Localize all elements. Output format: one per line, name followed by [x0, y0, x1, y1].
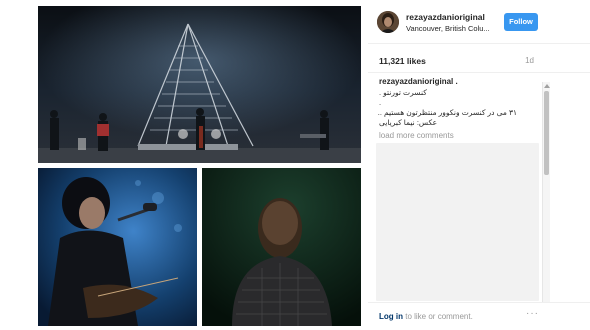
- post-footer: Log in to like or comment. ···: [368, 302, 590, 330]
- likes-count[interactable]: 11,321 likes: [379, 56, 426, 66]
- login-prompt: Log in to like or comment.: [379, 312, 473, 321]
- username-link[interactable]: rezayazdanioriginal: [406, 12, 485, 22]
- caption-line: کنسرت تورنتو .: [379, 88, 427, 97]
- caption-username[interactable]: rezayazdanioriginal .: [379, 77, 458, 86]
- login-prompt-text: to like or comment.: [405, 312, 473, 321]
- load-more-comments-link[interactable]: load more comments: [379, 131, 454, 140]
- scrollbar[interactable]: [542, 82, 550, 302]
- caption-line: ۳۱ می در کنسرت ونکوور منتظرتون هستیم ..: [377, 108, 517, 117]
- caption-line: عکس: نیما کبریایی: [379, 118, 438, 127]
- post-side-panel: rezayazdanioriginal Vancouver, British C…: [368, 0, 590, 330]
- singer-with-guitar-photo[interactable]: [38, 168, 197, 326]
- singer-back-view-photo[interactable]: [202, 168, 361, 326]
- scroll-up-icon[interactable]: [544, 84, 550, 88]
- post-time[interactable]: 1d: [525, 56, 534, 65]
- scrollbar-thumb[interactable]: [544, 91, 549, 175]
- avatar[interactable]: [377, 11, 399, 33]
- location-link[interactable]: Vancouver, British Colu...: [406, 24, 490, 33]
- comments-area: [376, 143, 539, 301]
- follow-button[interactable]: Follow: [504, 13, 538, 31]
- more-options-icon[interactable]: ···: [526, 308, 539, 319]
- divider: [368, 72, 590, 73]
- login-link[interactable]: Log in: [379, 312, 403, 321]
- caption-line: .: [379, 98, 382, 107]
- concert-stage-photo[interactable]: [38, 6, 361, 163]
- post-media: [0, 0, 368, 330]
- post-header: rezayazdanioriginal Vancouver, British C…: [368, 0, 590, 44]
